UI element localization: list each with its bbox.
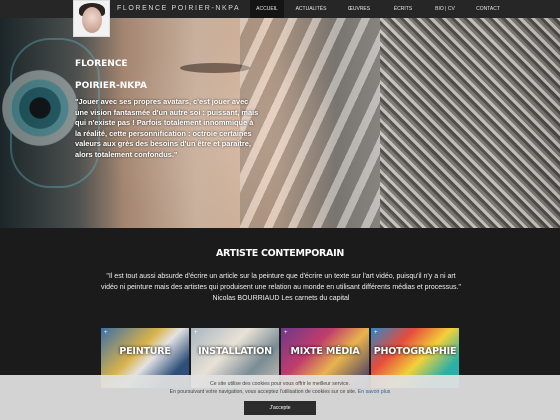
plus-icon: + [194,330,198,336]
cookie-text-line2: En poursuivant votre navigation, vous ac… [0,388,560,396]
nav-item-bio-cv[interactable]: BIO | CV [426,0,464,18]
plus-icon: + [374,330,378,336]
site-name[interactable]: FLORENCE POIRIER-NKPA [117,5,240,12]
nav-item-contact[interactable]: CONTACT [468,0,508,18]
quote-source: Nicolas BOURRIAUD Les carnets du capital [212,295,350,302]
plus-icon: + [284,330,288,336]
main-nav: ACCUEIL ACTUALITÉS ŒUVRES ÉCRITS BIO | C… [250,0,508,18]
cookie-text-line2-body: En poursuivant votre navigation, vous ac… [169,389,357,395]
hero-banner: Florence Poirier-Nkpa "Jouer avec ses pr… [0,18,560,228]
category-label: Mixte Média [290,346,360,357]
nav-item-ecrits[interactable]: ÉCRITS [384,0,422,18]
category-label: Installation [198,346,272,357]
hero-quote: "Jouer avec ses propres avatars, c'est j… [75,97,259,159]
cookie-more-link[interactable]: En savoir plus [358,389,391,395]
plus-icon: + [104,330,108,336]
cookie-accept-button[interactable]: J'accepte [244,401,316,415]
cookie-banner: Ce site utilise des cookies pour vous of… [0,375,560,420]
category-label: Peinture [119,346,171,357]
section-title: Artiste contemporain [216,248,344,259]
section-quote: "Il est tout aussi absurde d'écrire un a… [100,271,462,304]
hero-name-first: Florence [75,59,128,69]
hero-name-last: Poirier-Nkpa [75,81,147,91]
category-label: Photographie [373,346,457,357]
hero-pattern-image [380,18,560,228]
quote-text: "Il est tout aussi absurde d'écrire un a… [101,273,461,291]
nav-item-actualites[interactable]: ACTUALITÉS [288,0,334,18]
hero-text-block: Florence Poirier-Nkpa "Jouer avec ses pr… [75,58,260,161]
avatar-face [82,7,102,33]
nav-item-accueil[interactable]: ACCUEIL [250,0,284,18]
nav-item-oeuvres[interactable]: ŒUVRES [338,0,380,18]
site-logo-avatar[interactable] [73,0,110,37]
cookie-text-line1: Ce site utilise des cookies pour vous of… [209,381,351,387]
